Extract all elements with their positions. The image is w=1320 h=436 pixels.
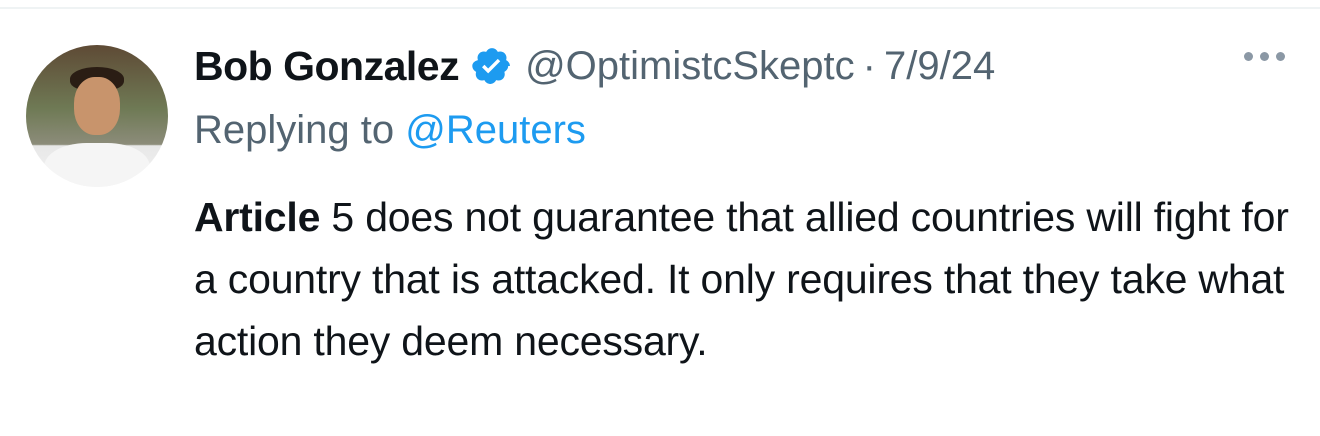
top-divider [0, 7, 1320, 9]
avatar[interactable] [26, 45, 168, 187]
separator-dot: · [862, 43, 876, 88]
avatar-shirt [44, 143, 150, 187]
more-options-icon[interactable] [1244, 52, 1285, 61]
tweet-date[interactable]: 7/9/24 [884, 44, 995, 89]
reply-context: Replying to @Reuters [194, 108, 586, 153]
tweet-header: Bob Gonzalez @OptimistcSkeptc · 7/9/24 [194, 38, 995, 94]
tweet-text-bold: Article [194, 194, 321, 240]
author-handle[interactable]: @OptimistcSkeptc [525, 44, 855, 89]
reply-prefix: Replying to [194, 108, 395, 152]
reply-to-mention[interactable]: @Reuters [405, 108, 586, 152]
more-dot [1260, 52, 1269, 61]
tweet-text-rest: 5 does not guarantee that allied countri… [194, 194, 1289, 364]
tweet-text: Article 5 does not guarantee that allied… [194, 186, 1294, 372]
author-name[interactable]: Bob Gonzalez [194, 43, 460, 90]
more-dot [1276, 52, 1285, 61]
verified-badge-icon[interactable] [471, 45, 513, 87]
more-dot [1244, 52, 1253, 61]
avatar-face [74, 77, 120, 135]
